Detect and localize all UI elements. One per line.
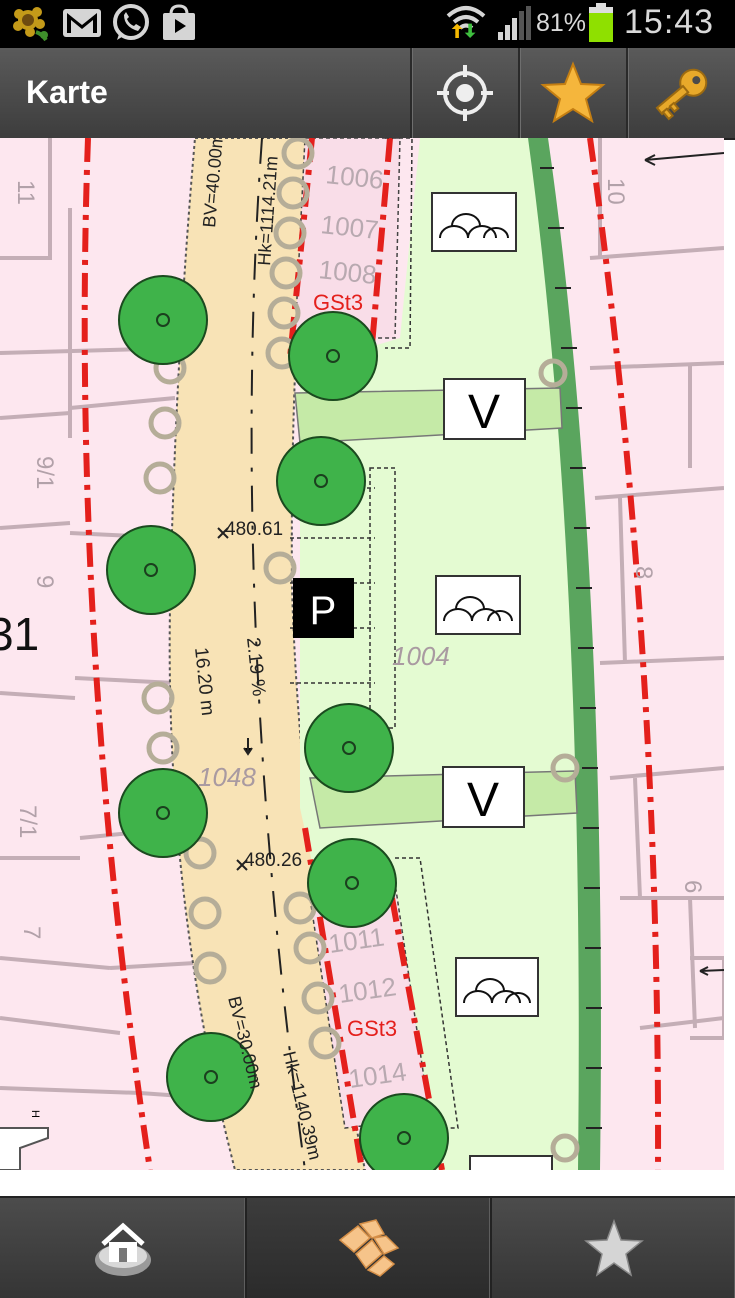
plot-number: 7/1 — [14, 805, 41, 838]
battery-percent: 81% — [536, 9, 587, 37]
zone-label-1: GSt3 — [313, 290, 363, 315]
plot-number-large: 31 — [0, 608, 39, 660]
favorites-star-icon — [583, 1218, 644, 1277]
elevation-label-2: 480.26 — [244, 850, 302, 871]
map-view[interactable]: 1006 1007 1008 1011 1012 1014 P V V H BV… — [0, 138, 724, 1170]
plot-number: 6 — [679, 880, 706, 893]
locate-icon — [437, 65, 493, 121]
signal-icon — [498, 6, 531, 40]
map-canvas[interactable]: 1006 1007 1008 1011 1012 1014 P V V H BV… — [0, 138, 724, 1170]
favorite-button[interactable] — [518, 48, 626, 138]
parcel-id-1004: 1004 — [392, 641, 450, 671]
v-marker-2[interactable]: V — [442, 766, 525, 828]
svg-text:1008: 1008 — [317, 254, 378, 290]
clock: 15:43 — [624, 3, 715, 41]
play-store-icon — [163, 4, 195, 40]
favorite-star-icon — [540, 61, 606, 124]
elevation-label-1: 480.61 — [225, 519, 283, 540]
whatsapp-icon — [113, 4, 149, 40]
gmail-icon — [63, 9, 101, 37]
plot-number: 7 — [18, 926, 45, 939]
svg-text:1007: 1007 — [319, 209, 380, 245]
plot-number: 9/1 — [31, 456, 58, 489]
login-key-button[interactable] — [626, 48, 734, 138]
svg-text:1006: 1006 — [324, 159, 385, 195]
v-marker-label: V — [468, 386, 500, 439]
battery-icon — [589, 3, 613, 42]
plot-number: 8 — [630, 566, 657, 579]
status-bar: 81% 15:43 — [0, 0, 735, 48]
map-button[interactable] — [247, 1198, 492, 1298]
plot-number: 9 — [31, 575, 58, 588]
plot-number: 10 — [602, 178, 629, 205]
bottom-navigation — [0, 1196, 735, 1298]
action-bar: Karte — [0, 48, 735, 140]
svg-text:H: H — [29, 1110, 41, 1118]
v-marker-label: V — [467, 774, 499, 827]
parcel-id-1048: 1048 — [198, 762, 256, 792]
home-icon — [94, 1222, 151, 1276]
sunflower-app-icon — [13, 7, 48, 42]
locate-button[interactable] — [410, 48, 518, 138]
parking-symbol: P — [310, 589, 337, 633]
key-icon — [655, 68, 708, 121]
wifi-icon — [446, 6, 486, 38]
plot-number: 11 — [12, 180, 39, 205]
map-tiles-icon — [338, 1219, 399, 1277]
v-marker-1[interactable]: V — [443, 378, 526, 440]
favorites-button[interactable] — [492, 1198, 735, 1298]
home-button[interactable] — [0, 1198, 247, 1298]
zone-label-2: GSt3 — [347, 1016, 397, 1041]
page-title: Karte — [26, 74, 108, 110]
